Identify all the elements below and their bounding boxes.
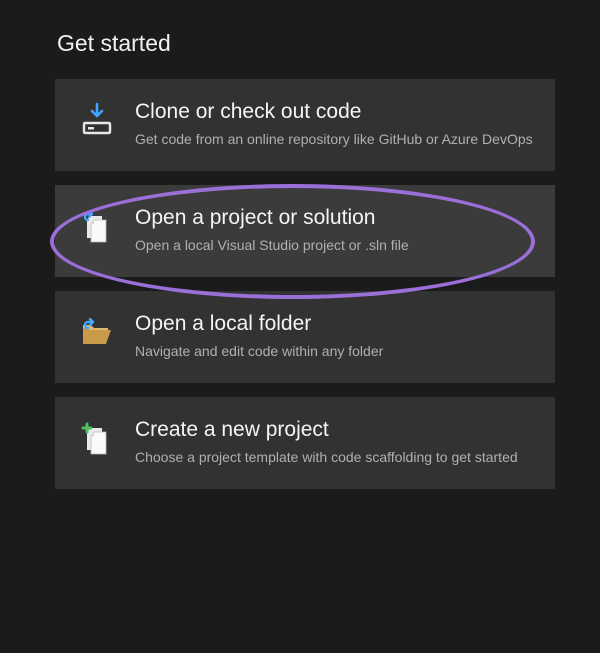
option-open-project[interactable]: Open a project or solution Open a local … (55, 185, 555, 277)
option-title: Create a new project (135, 417, 535, 442)
download-drive-icon (77, 101, 117, 141)
start-options-list: Clone or check out code Get code from an… (55, 79, 555, 489)
option-create-project[interactable]: Create a new project Choose a project te… (55, 397, 555, 489)
option-text: Open a local folder Navigate and edit co… (135, 311, 535, 361)
open-project-icon (77, 207, 117, 247)
option-description: Open a local Visual Studio project or .s… (135, 236, 535, 255)
open-folder-icon (77, 313, 117, 353)
option-title: Clone or check out code (135, 99, 535, 124)
option-clone-checkout[interactable]: Clone or check out code Get code from an… (55, 79, 555, 171)
get-started-panel: Get started Clone or check out code Get … (0, 0, 600, 509)
option-title: Open a project or solution (135, 205, 535, 230)
option-text: Open a project or solution Open a local … (135, 205, 535, 255)
option-open-folder[interactable]: Open a local folder Navigate and edit co… (55, 291, 555, 383)
option-description: Navigate and edit code within any folder (135, 342, 535, 361)
option-text: Create a new project Choose a project te… (135, 417, 535, 467)
option-text: Clone or check out code Get code from an… (135, 99, 535, 149)
option-description: Choose a project template with code scaf… (135, 448, 535, 467)
option-description: Get code from an online repository like … (135, 130, 535, 149)
new-project-icon (77, 419, 117, 459)
option-title: Open a local folder (135, 311, 535, 336)
page-title: Get started (57, 30, 555, 57)
